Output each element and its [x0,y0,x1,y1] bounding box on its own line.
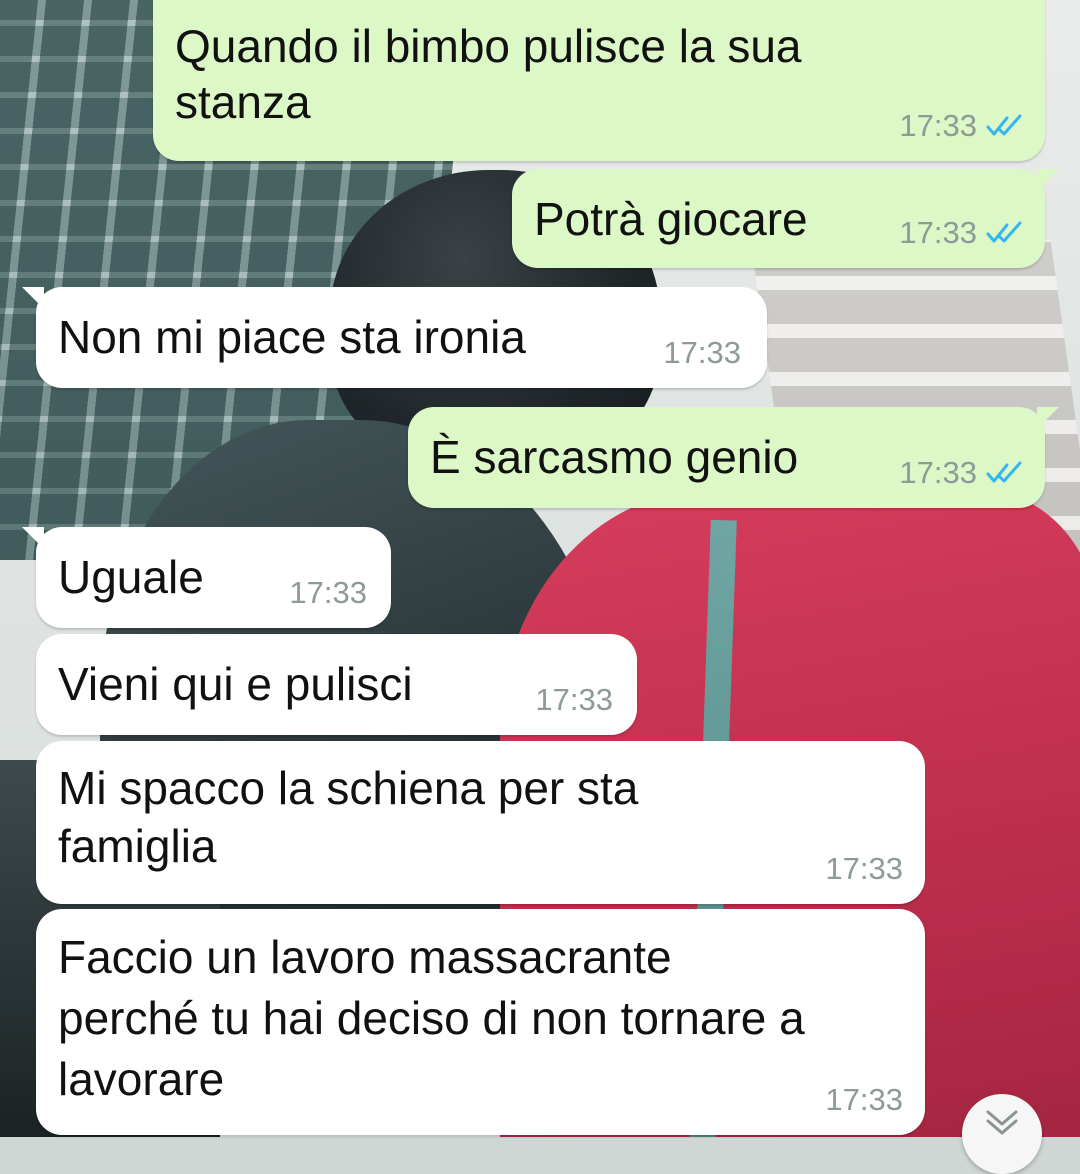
scroll-to-bottom-button[interactable] [962,1094,1042,1174]
incoming-message[interactable]: Non mi piace sta ironia 17:33 [22,287,767,388]
message-time: 17:33 [899,455,977,490]
outgoing-message[interactable]: È sarcasmo genio 17:33 [408,407,1059,508]
message-text: Uguale [58,551,204,603]
message-text: Mi spacco la schiena per sta famiglia [58,762,639,872]
message-time: 17:33 [289,575,367,610]
message-list: Quando il bimbo pulisce la sua stanza 17… [0,0,1080,1137]
outgoing-message[interactable]: Potrà giocare 17:33 [512,169,1059,268]
outgoing-message[interactable]: Quando il bimbo pulisce la sua stanza 17… [153,0,1045,161]
message-text: Vieni qui e pulisci [58,658,413,710]
message-text: Potrà giocare [534,193,808,245]
message-meta: 17:33 [535,683,613,717]
incoming-message[interactable]: Mi spacco la schiena per sta famiglia 17… [36,741,925,904]
double-chevron-down-icon [986,1110,1018,1135]
message-time: 17:33 [899,108,977,143]
message-meta: 17:33 [899,216,1025,250]
double-check-icon [986,114,1022,136]
message-meta: 17:33 [899,456,1025,490]
message-meta: 17:33 [825,852,903,886]
message-text: È sarcasmo genio [430,431,799,483]
double-check-icon [986,461,1022,483]
message-meta: 17:33 [289,576,367,610]
incoming-message[interactable]: Vieni qui e pulisci 17:33 [36,634,637,735]
message-text: Non mi piace sta ironia [58,311,526,363]
message-meta: 17:33 [899,109,1025,143]
message-time: 17:33 [825,1082,903,1117]
message-meta: 17:33 [663,336,741,370]
message-text: Faccio un lavoro massacrante perché tu h… [58,931,805,1105]
double-check-icon [986,221,1022,243]
message-time: 17:33 [899,215,977,250]
incoming-message[interactable]: Faccio un lavoro massacrante perché tu h… [36,909,925,1135]
message-time: 17:33 [825,851,903,886]
message-text: Quando il bimbo pulisce la sua stanza [175,20,802,128]
message-time: 17:33 [663,335,741,370]
message-time: 17:33 [535,682,613,717]
message-meta: 17:33 [825,1083,903,1117]
incoming-message[interactable]: Uguale 17:33 [22,527,391,628]
